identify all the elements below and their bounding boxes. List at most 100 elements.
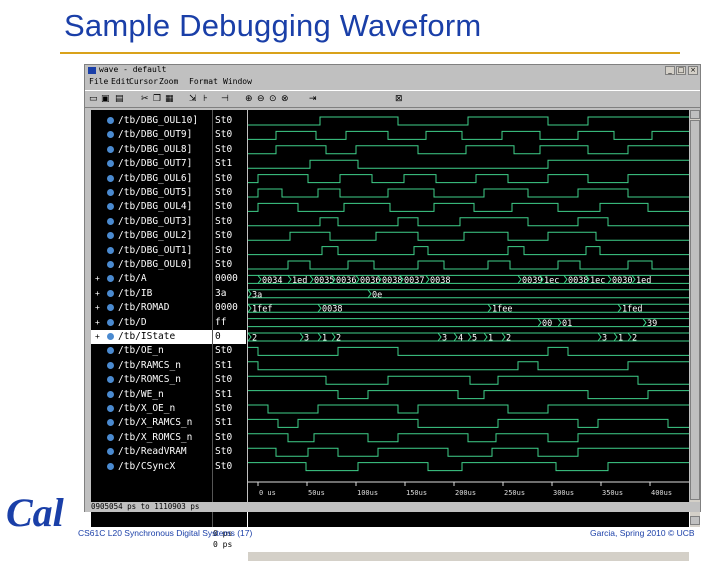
signal-name-row[interactable]: /tb/X_RAMCS_n [91, 416, 212, 430]
bus-transition [257, 275, 262, 284]
signal-icon [107, 203, 114, 211]
waveform-panel[interactable]: 0034 1ed 0035 0036 0036 0038 0037 0038 0039 1ec 00… [247, 110, 720, 527]
signal-name-row[interactable]: /tb/DBG_OUL0] [91, 258, 212, 272]
signal-name-row[interactable]: + /tb/ROMAD [91, 301, 212, 315]
print-icon[interactable]: ▤ [115, 94, 124, 104]
bus-value-label: 39 [647, 319, 657, 329]
zoom-out-icon[interactable]: ⊖ [257, 94, 265, 104]
signal-icon [107, 419, 114, 427]
close-button[interactable]: × [688, 66, 698, 75]
bus-transition [483, 332, 488, 342]
zoom-full-icon[interactable]: ⊙ [269, 94, 277, 104]
signal-name-row[interactable]: /tb/X_OE_n [91, 402, 212, 416]
copy-icon[interactable]: ❐ [153, 94, 161, 104]
signal-name-row[interactable]: /tb/DBG_OUT1] [91, 244, 212, 258]
signal-name: /tb/X_OE_n [118, 403, 176, 414]
expand-icon[interactable]: + [95, 316, 100, 330]
insert-cursor-icon[interactable]: ⊦ [203, 94, 208, 104]
menu-format[interactable]: Format [189, 77, 218, 86]
scroll-down-icon[interactable] [690, 516, 700, 525]
signal-value: ff [215, 316, 227, 328]
digital-trace [248, 447, 689, 457]
zoom-in-icon[interactable]: ⊕ [245, 94, 253, 104]
signal-name-row[interactable]: /tb/DBG_OUT5] [91, 186, 212, 200]
find-edge-icon[interactable]: ⇥ [309, 94, 317, 104]
zoom-range-icon[interactable]: ⊗ [281, 94, 289, 104]
signal-icon [107, 232, 114, 240]
signal-name-row[interactable]: + /tb/IB [91, 287, 212, 301]
menu-edit[interactable]: Edit [111, 77, 130, 86]
signal-name-row[interactable]: /tb/ROMCS_n [91, 373, 212, 387]
signal-name-row[interactable]: /tb/DBG_OUT7] [91, 157, 212, 171]
paste-icon[interactable]: ▦ [165, 94, 174, 104]
signal-value: St0 [215, 374, 233, 386]
signal-value: St0 [215, 201, 233, 213]
scroll-up-icon[interactable] [690, 110, 700, 119]
signal-name-row[interactable]: /tb/OE_n [91, 344, 212, 358]
digital-trace [248, 361, 689, 371]
bus-transition [247, 332, 252, 342]
status-text: 0905054 ps to 1110903 ps [91, 502, 200, 511]
signal-name-row[interactable]: + /tb/D [91, 316, 212, 330]
menu-zoom[interactable]: Zoom [159, 77, 178, 86]
cut-icon[interactable]: ✂ [141, 94, 149, 104]
bus-transition [467, 332, 472, 342]
window-title: wave - default [99, 65, 167, 74]
bus-transition [437, 332, 442, 342]
signal-name-row[interactable]: /tb/DBG_OUL6] [91, 172, 212, 186]
signal-name-row[interactable]: + /tb/IState [91, 330, 212, 344]
signal-name: /tb/DBG_OUT3] [118, 215, 193, 227]
signal-name-row[interactable]: /tb/X_ROMCS_n [91, 431, 212, 445]
window-titlebar[interactable]: wave - default _ □ × [85, 65, 700, 77]
expand-icon[interactable]: + [95, 272, 100, 286]
bus-value-label: 3a [252, 290, 262, 300]
bus-value-label: 2 [632, 334, 637, 344]
signal-name: /tb/DBG_OUL8] [118, 143, 193, 155]
vertical-scrollbar[interactable] [690, 110, 700, 527]
signal-name-row[interactable]: /tb/DBG_OUT3] [91, 215, 212, 229]
digital-trace [248, 116, 689, 126]
signal-name-row[interactable]: /tb/DBG_OUL8] [91, 143, 212, 157]
signal-name: /tb/X_ROMCS_n [118, 431, 193, 443]
time-tick-label: 250us [504, 489, 525, 497]
signal-name-row[interactable]: /tb/CSyncX [91, 460, 212, 474]
waveform-canvas[interactable]: 0034 1ed 0035 0036 0036 0038 0037 0038 0039 1ec 00… [247, 110, 720, 527]
digital-trace [248, 418, 689, 428]
expand-icon[interactable]: + [95, 287, 100, 301]
signal-name-row[interactable]: /tb/DBG_OUL4] [91, 200, 212, 214]
signal-name-row[interactable]: /tb/ReadVRAM [91, 445, 212, 459]
signal-icon [107, 189, 114, 196]
signal-name-row[interactable]: + /tb/A [91, 272, 212, 286]
bus-transition [247, 303, 252, 313]
signal-value: St1 [215, 417, 233, 429]
signal-icon [107, 304, 114, 312]
minimize-button[interactable]: _ [665, 66, 675, 75]
open-icon[interactable]: ▭ [89, 94, 98, 104]
expand-icon[interactable]: + [95, 301, 100, 315]
scroll-thumb[interactable] [690, 120, 700, 500]
bus-transition [642, 318, 647, 327]
menu-file[interactable]: File [89, 77, 108, 86]
signal-name-row[interactable]: /tb/DBG_OUT9] [91, 128, 212, 142]
signal-name-row[interactable]: /tb/DBG_OUL10] [91, 114, 212, 128]
save-icon[interactable]: ▣ [101, 94, 110, 104]
delete-cursor-icon[interactable]: ⊣ [221, 94, 229, 104]
signal-name: /tb/DBG_OUT7] [118, 158, 193, 170]
signal-name-row[interactable]: /tb/RAMCS_n [91, 359, 212, 373]
bus-transition [317, 332, 322, 342]
bus-value-label: 0036 [336, 276, 356, 286]
signal-name-row[interactable]: /tb/DBG_OUL2] [91, 229, 212, 243]
menu-window[interactable]: Window [223, 77, 252, 86]
signal-value: St0 [215, 431, 233, 443]
signal-name-row[interactable]: /tb/WE_n [91, 388, 212, 402]
menu-cursor[interactable]: Cursor [129, 77, 158, 86]
signal-value: St0 [215, 215, 233, 227]
maximize-button[interactable]: □ [676, 66, 686, 75]
bus-value-label: 0e [372, 290, 382, 300]
horizontal-scrollbar[interactable] [248, 552, 689, 561]
stop-icon[interactable]: ⊠ [395, 94, 403, 104]
find-icon[interactable]: ⇲ [189, 94, 197, 104]
expand-icon[interactable]: + [95, 330, 100, 344]
signal-name: /tb/DBG_OUL10] [118, 115, 199, 126]
status-bar: 0905054 ps to 1110903 ps [85, 502, 700, 512]
